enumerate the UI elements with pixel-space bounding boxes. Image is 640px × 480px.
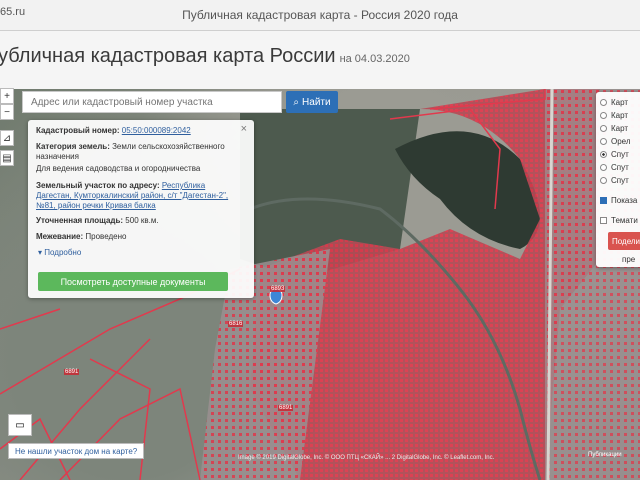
parcel-info-popup: × Кадастровый номер: 05:50:000089:2042 К… xyxy=(28,120,254,298)
checkbox-icon xyxy=(600,217,607,224)
radio-icon xyxy=(600,125,607,132)
print-button[interactable]: ▤ xyxy=(0,150,14,166)
ruler-icon: ⊿ xyxy=(2,132,12,144)
chevron-down-icon: ▾ xyxy=(38,248,43,257)
panel-bottom-text: пре xyxy=(622,255,636,264)
page-header: убличная кадастровая карта России на 04.0… xyxy=(0,31,640,89)
boundary-row: Межевание: Проведено xyxy=(36,232,232,242)
print-icon: ▤ xyxy=(2,152,12,164)
area-label: Уточненная площадь: xyxy=(36,216,124,225)
radio-icon xyxy=(600,112,607,119)
layer-option[interactable]: Карт xyxy=(600,111,628,120)
area-value: 500 кв.м. xyxy=(125,216,159,225)
category-row: Категория земель: Земли сельскохозяйстве… xyxy=(36,142,232,162)
book-icon: ▭ xyxy=(15,419,25,431)
parcel-label: 6816 xyxy=(228,321,244,327)
search-icon: ⌕ xyxy=(293,96,300,108)
parcel-label: 6893 xyxy=(270,286,286,292)
search-button[interactable]: ⌕ Найти xyxy=(286,91,338,113)
zoom-out-icon: − xyxy=(4,106,10,118)
close-icon[interactable]: × xyxy=(241,123,247,135)
layers-panel: Карт Карт Карт Opел Спут Спут Спут Показ… xyxy=(596,92,640,267)
address-label: Земельный участок по адресу: xyxy=(36,181,160,190)
publications-link[interactable]: Публикации xyxy=(588,452,622,458)
details-link: Подробно xyxy=(44,248,82,257)
boundary-value: Проведено xyxy=(85,232,127,241)
details-toggle[interactable]: ▾ Подробно xyxy=(38,248,81,257)
search-input[interactable] xyxy=(23,92,281,113)
boundary-label: Межевание: xyxy=(36,232,84,241)
thematic-checkbox[interactable]: Темати xyxy=(600,216,638,225)
page-date: на 04.03.2020 xyxy=(339,53,410,65)
radio-icon xyxy=(600,177,607,184)
layer-option[interactable]: Карт xyxy=(600,124,628,133)
parcel-label: 6891 xyxy=(64,369,80,375)
zoom-in-button[interactable]: + xyxy=(0,88,14,104)
area-row: Уточненная площадь: 500 кв.м. xyxy=(36,216,232,226)
cadastral-number-row: Кадастровый номер: 05:50:000089:2042 xyxy=(36,126,232,136)
map-copyright: Image © 2019 DigitalGlobe, Inc. © ООО ПТ… xyxy=(238,455,495,461)
page-title-text: убличная кадастровая карта России xyxy=(0,45,336,67)
parcel-label: 6891 xyxy=(278,405,294,411)
cadastral-number-link[interactable]: 05:50:000089:2042 xyxy=(122,126,191,135)
view-documents-button[interactable]: Посмотреть доступные документы xyxy=(38,272,228,291)
layer-option[interactable]: Спут xyxy=(600,163,629,172)
cadastral-number-label: Кадастровый номер: xyxy=(36,126,120,135)
address-row: Земельный участок по адресу: Республика … xyxy=(36,181,232,211)
radio-icon xyxy=(600,99,607,106)
radio-icon xyxy=(600,164,607,171)
share-button[interactable]: Подели xyxy=(608,232,640,250)
category-label: Категория земель: xyxy=(36,142,110,151)
window-title: Публичная кадастровая карта - Россия 202… xyxy=(182,8,458,22)
not-found-button[interactable]: Не нашли участок дом на карте? xyxy=(8,443,145,459)
measure-tool-button[interactable]: ⊿ xyxy=(0,130,14,146)
layer-option[interactable]: Карт xyxy=(600,98,628,107)
layer-option-selected[interactable]: Спут xyxy=(600,150,629,159)
radio-icon xyxy=(600,138,607,145)
show-boundaries-checkbox[interactable]: Показа границ xyxy=(600,196,640,205)
zoom-out-button[interactable]: − xyxy=(0,104,14,120)
search-field[interactable] xyxy=(22,91,282,113)
search-button-label: Найти xyxy=(302,96,331,108)
page-title: убличная кадастровая карта России на 04.0… xyxy=(0,45,410,68)
radio-selected-icon xyxy=(600,151,607,158)
usage-text: Для ведения садоводства и огородничества xyxy=(36,164,201,173)
zoom-in-icon: + xyxy=(4,90,10,102)
checkbox-checked-icon xyxy=(600,197,607,204)
title-bar: 65.ru Публичная кадастровая карта - Росс… xyxy=(0,0,640,31)
layer-option[interactable]: Opел xyxy=(600,137,631,146)
layer-option[interactable]: Спут xyxy=(600,176,629,185)
layers-toggle-button[interactable]: ▭ xyxy=(8,414,32,436)
